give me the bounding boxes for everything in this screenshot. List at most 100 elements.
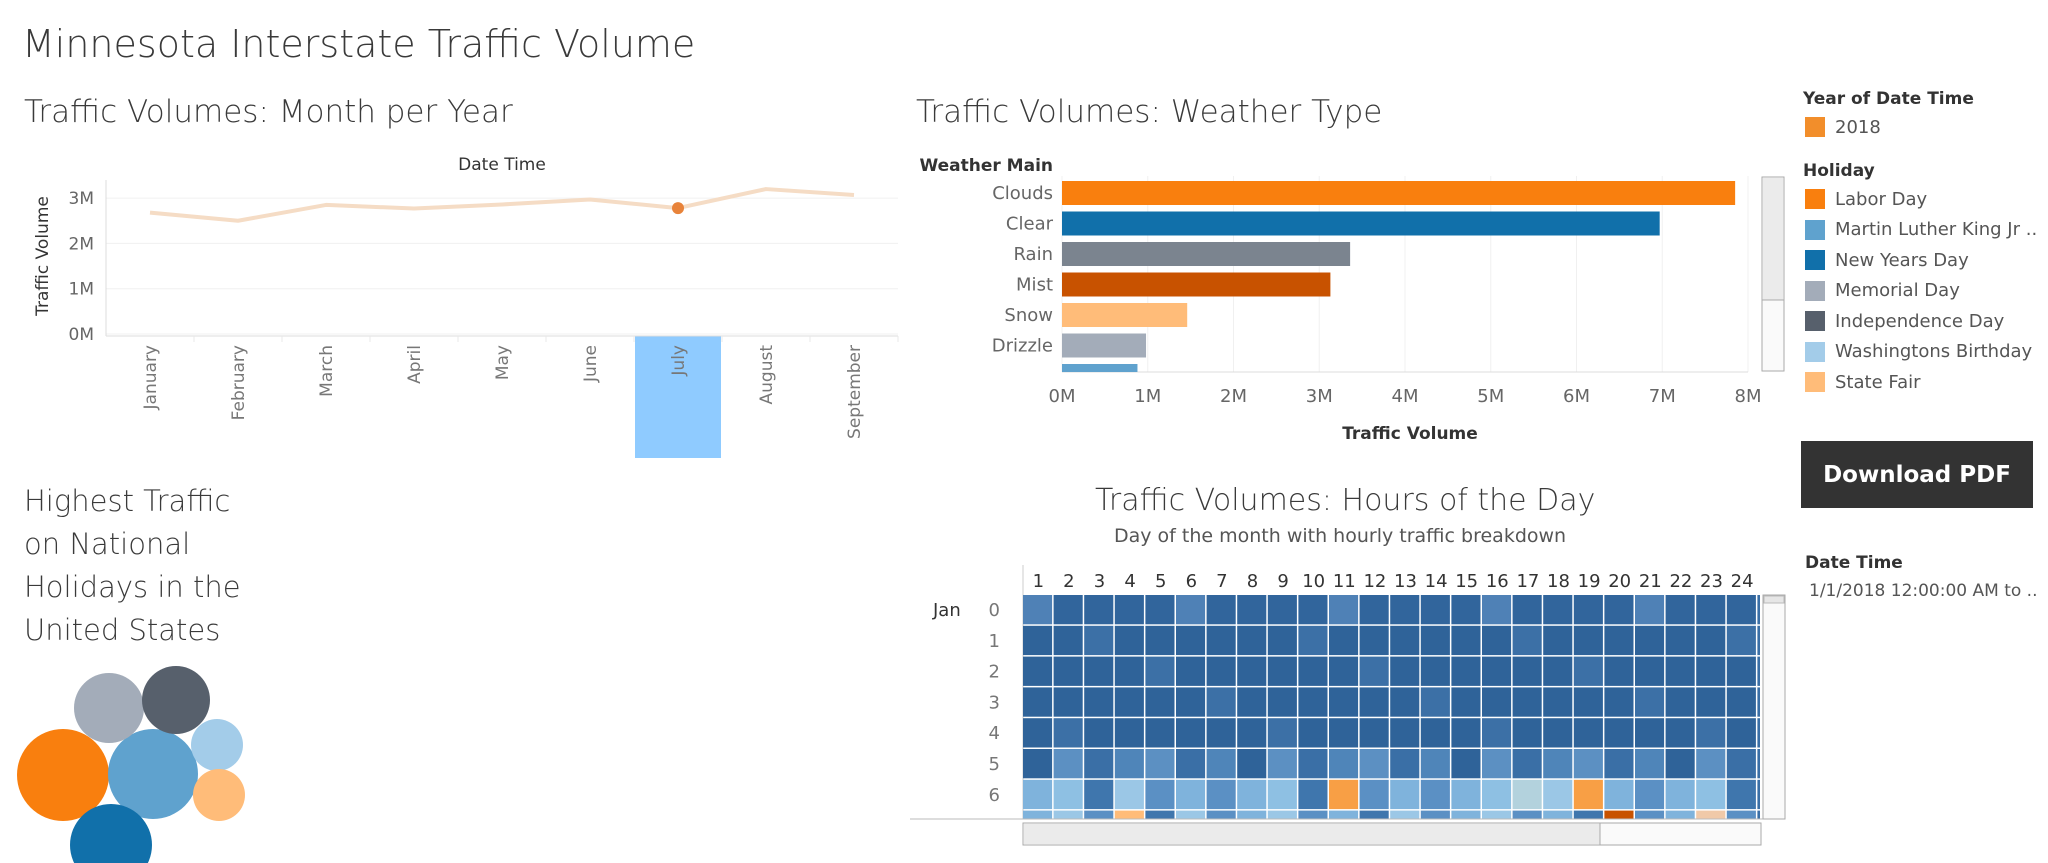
heatmap-cell[interactable] xyxy=(1298,779,1328,810)
heatmap-cell[interactable] xyxy=(1390,595,1420,625)
heatmap-cell[interactable] xyxy=(1665,595,1695,625)
data-point[interactable] xyxy=(672,202,684,215)
heatmap-cell[interactable] xyxy=(1573,656,1603,686)
heatmap-cell[interactable] xyxy=(1390,687,1420,717)
bubble-chart[interactable] xyxy=(0,660,270,863)
heatmap-cell[interactable] xyxy=(1053,779,1083,810)
heatmap-vscroll-thumb[interactable] xyxy=(1763,595,1785,604)
date-time-filter[interactable]: Date Time 1/1/2018 12:00:00 AM to .. xyxy=(1805,553,2038,601)
heatmap-cell[interactable] xyxy=(1359,779,1389,810)
heatmap-cell[interactable] xyxy=(1267,595,1297,625)
heatmap-cell[interactable] xyxy=(1053,656,1083,686)
data-point[interactable] xyxy=(499,201,505,207)
heatmap-cell[interactable] xyxy=(1084,625,1114,656)
heatmap-cell[interactable] xyxy=(1359,749,1389,779)
heatmap-cell[interactable] xyxy=(1451,718,1481,748)
heatmap-cell[interactable] xyxy=(1176,718,1206,748)
heatmap-cell[interactable] xyxy=(1359,718,1389,748)
heatmap-cell[interactable] xyxy=(1543,749,1573,779)
heatmap-cell[interactable] xyxy=(1482,656,1512,686)
bar[interactable] xyxy=(1062,303,1188,327)
heatmap-cell[interactable] xyxy=(1451,749,1481,779)
heatmap-cell[interactable] xyxy=(1726,779,1756,810)
heatmap-cell[interactable] xyxy=(1665,749,1695,779)
legend-item[interactable]: New Years Day xyxy=(1805,248,1969,272)
heatmap-cell[interactable] xyxy=(1696,779,1726,810)
heatmap-cell[interactable] xyxy=(1053,595,1083,625)
heatmap-cell[interactable] xyxy=(1726,749,1756,779)
heatmap-cell[interactable] xyxy=(1329,718,1359,748)
heatmap-cell[interactable] xyxy=(1329,779,1359,810)
heatmap-cell[interactable] xyxy=(1420,779,1450,810)
heatmap-cell[interactable] xyxy=(1145,687,1175,717)
heatmap-cell[interactable] xyxy=(1726,625,1756,656)
legend-item[interactable]: Martin Luther King Jr .. xyxy=(1805,218,2037,242)
legend-item[interactable]: Labor Day xyxy=(1805,187,1927,211)
heatmap-cell[interactable] xyxy=(1084,718,1114,748)
heatmap-cell[interactable] xyxy=(1665,779,1695,810)
heatmap-cell[interactable] xyxy=(1145,595,1175,625)
heatmap-cell[interactable] xyxy=(1329,687,1359,717)
heatmap-cell[interactable] xyxy=(1206,687,1236,717)
bubble[interactable] xyxy=(74,673,144,743)
bar[interactable] xyxy=(1062,333,1147,358)
heatmap-cell[interactable] xyxy=(1267,749,1297,779)
heatmap-cell[interactable] xyxy=(1573,749,1603,779)
heatmap-cell[interactable] xyxy=(1635,625,1665,656)
heatmap-cell[interactable] xyxy=(1298,718,1328,748)
heatmap-cell[interactable] xyxy=(1451,656,1481,686)
heatmap-cell[interactable] xyxy=(1298,749,1328,779)
heatmap-cell[interactable] xyxy=(1573,779,1603,810)
heatmap-cell[interactable] xyxy=(1114,625,1144,656)
heatmap-cell[interactable] xyxy=(1390,779,1420,810)
heatmap-cell[interactable] xyxy=(1482,625,1512,656)
heatmap-cell[interactable] xyxy=(1604,749,1634,779)
heatmap-cell[interactable] xyxy=(1298,687,1328,717)
heatmap-cell[interactable] xyxy=(1145,625,1175,656)
legend-item[interactable]: Washingtons Birthday xyxy=(1805,340,2032,364)
heatmap-cell[interactable] xyxy=(1114,595,1144,625)
download-pdf-button[interactable]: Download PDF xyxy=(1801,441,2033,508)
heatmap-cell[interactable] xyxy=(1604,779,1634,810)
heatmap-cell[interactable] xyxy=(1329,625,1359,656)
heatmap-cell[interactable] xyxy=(1451,625,1481,656)
heatmap-cell[interactable] xyxy=(1390,656,1420,686)
heatmap-cell[interactable] xyxy=(1114,656,1144,686)
heatmap-cell[interactable] xyxy=(1482,718,1512,748)
bubble[interactable] xyxy=(191,719,243,771)
scrollbar-thumb[interactable] xyxy=(1763,178,1783,300)
heatmap-cell[interactable] xyxy=(1298,625,1328,656)
heatmap-cell[interactable] xyxy=(1084,687,1114,717)
heatmap-cell[interactable] xyxy=(1145,656,1175,686)
heatmap-cell[interactable] xyxy=(1237,749,1267,779)
heatmap-cell[interactable] xyxy=(1543,625,1573,656)
data-point[interactable] xyxy=(235,218,241,224)
heatmap-cell[interactable] xyxy=(1604,718,1634,748)
heatmap-cell[interactable] xyxy=(1023,718,1053,748)
heatmap-cell[interactable] xyxy=(1482,687,1512,717)
legend-item[interactable]: 2018 xyxy=(1805,115,1881,139)
heatmap-cell[interactable] xyxy=(1604,687,1634,717)
heatmap-cell[interactable] xyxy=(1237,595,1267,625)
bar[interactable] xyxy=(1062,181,1736,205)
heatmap-cell[interactable] xyxy=(1543,718,1573,748)
heatmap-cell[interactable] xyxy=(1023,749,1053,779)
heatmap-cell[interactable] xyxy=(1023,595,1053,625)
heatmap-cell[interactable] xyxy=(1206,749,1236,779)
data-point[interactable] xyxy=(411,206,417,212)
heatmap-cell[interactable] xyxy=(1329,656,1359,686)
heatmap-cell[interactable] xyxy=(1114,718,1144,748)
heatmap-cell[interactable] xyxy=(1420,718,1450,748)
heatmap-cell[interactable] xyxy=(1267,687,1297,717)
heatmap-cell[interactable] xyxy=(1053,749,1083,779)
heatmap-cell[interactable] xyxy=(1512,687,1542,717)
heatmap-cell[interactable] xyxy=(1206,656,1236,686)
heatmap-cell[interactable] xyxy=(1237,718,1267,748)
heatmap-cell[interactable] xyxy=(1145,749,1175,779)
heatmap-cell[interactable] xyxy=(1206,779,1236,810)
heatmap-cell[interactable] xyxy=(1267,656,1297,686)
heatmap-cell[interactable] xyxy=(1114,687,1144,717)
heatmap-cell[interactable] xyxy=(1329,595,1359,625)
heatmap-cell[interactable] xyxy=(1512,595,1542,625)
heatmap-cell[interactable] xyxy=(1696,687,1726,717)
